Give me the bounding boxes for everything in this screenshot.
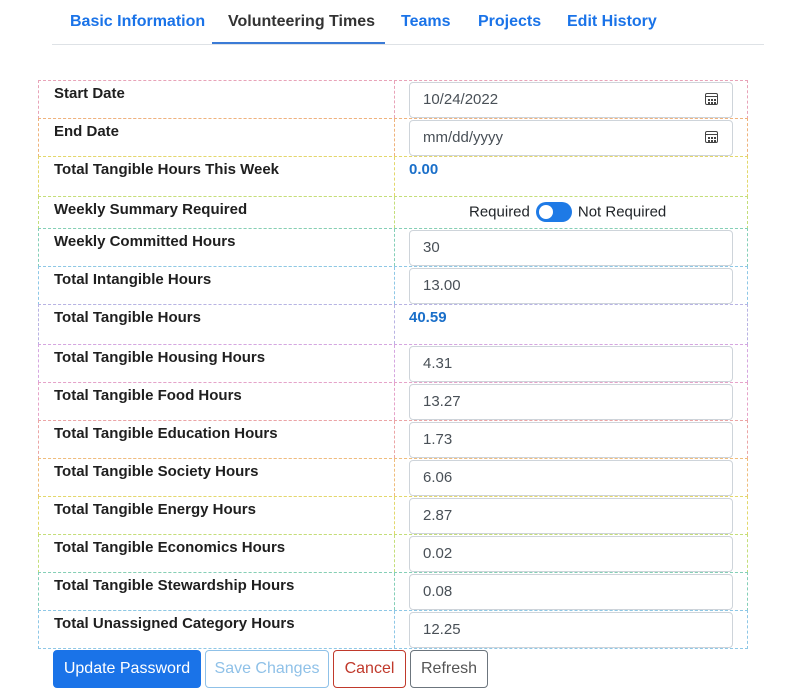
start-date-label: Start Date	[54, 85, 125, 102]
intangible-label: Total Intangible Hours	[54, 271, 212, 288]
row-weekly-summary: Weekly Summary Required Required Not Requ…	[38, 196, 748, 229]
end-date-input[interactable]: mm/dd/yyyy	[409, 120, 733, 156]
row-intangible: Total Intangible Hours 13.00	[38, 266, 748, 305]
unassigned-label: Total Unassigned Category Hours	[54, 615, 295, 632]
row-unassigned: Total Unassigned Category Hours 12.25	[38, 610, 748, 649]
row-education: Total Tangible Education Hours 1.73	[38, 420, 748, 459]
society-input[interactable]: 6.06	[409, 460, 733, 496]
weekly-summary-toggle-group: Required Not Required	[469, 202, 666, 222]
housing-label: Total Tangible Housing Hours	[54, 349, 266, 366]
toggle-right-label: Not Required	[577, 203, 667, 221]
refresh-button[interactable]: Refresh	[410, 650, 488, 688]
calendar-icon[interactable]	[705, 131, 718, 143]
cancel-button[interactable]: Cancel	[333, 650, 406, 688]
tab-teams[interactable]: Teams	[385, 0, 467, 43]
economics-input[interactable]: 0.02	[409, 536, 733, 572]
end-date-placeholder: mm/dd/yyyy	[423, 129, 504, 146]
save-changes-button[interactable]: Save Changes	[205, 650, 329, 688]
row-economics: Total Tangible Economics Hours 0.02	[38, 534, 748, 573]
tab-bar: Basic Information Volunteering Times Tea…	[52, 0, 764, 45]
row-housing: Total Tangible Housing Hours 4.31	[38, 344, 748, 383]
unassigned-input[interactable]: 12.25	[409, 612, 733, 648]
row-energy: Total Tangible Energy Hours 2.87	[38, 496, 748, 535]
society-label: Total Tangible Society Hours	[54, 463, 259, 480]
education-label: Total Tangible Education Hours	[54, 425, 278, 442]
row-end-date: End Date mm/dd/yyyy	[38, 118, 748, 157]
housing-input[interactable]: 4.31	[409, 346, 733, 382]
calendar-icon[interactable]	[705, 93, 718, 105]
row-tangible-total: Total Tangible Hours 40.59	[38, 304, 748, 345]
row-tangible-week: Total Tangible Hours This Week 0.00	[38, 156, 748, 197]
row-start-date: Start Date 10/24/2022	[38, 80, 748, 119]
row-weekly-committed: Weekly Committed Hours 30	[38, 228, 748, 267]
page: Basic Information Volunteering Times Tea…	[0, 0, 788, 689]
tangible-total-value: 40.59	[409, 309, 447, 326]
tab-edit-history[interactable]: Edit History	[551, 0, 673, 43]
energy-label: Total Tangible Energy Hours	[54, 501, 256, 518]
tangible-total-label: Total Tangible Hours	[54, 309, 201, 326]
stewardship-input[interactable]: 0.08	[409, 574, 733, 610]
weekly-committed-input[interactable]: 30	[409, 230, 733, 266]
weekly-committed-label: Weekly Committed Hours	[54, 233, 236, 250]
weekly-summary-label: Weekly Summary Required	[54, 201, 248, 218]
tab-basic-information[interactable]: Basic Information	[54, 0, 221, 43]
weekly-summary-toggle[interactable]	[535, 202, 572, 222]
food-label: Total Tangible Food Hours	[54, 387, 242, 404]
start-date-value: 10/24/2022	[423, 91, 499, 108]
row-stewardship: Total Tangible Stewardship Hours 0.08	[38, 572, 748, 611]
intangible-input[interactable]: 13.00	[409, 268, 733, 304]
toggle-left-label: Required	[469, 203, 530, 221]
row-society: Total Tangible Society Hours 6.06	[38, 458, 748, 497]
tangible-week-value: 0.00	[409, 161, 439, 178]
end-date-label: End Date	[54, 123, 120, 140]
tab-projects[interactable]: Projects	[462, 0, 557, 43]
update-password-button[interactable]: Update Password	[53, 650, 201, 688]
education-input[interactable]: 1.73	[409, 422, 733, 458]
stewardship-label: Total Tangible Stewardship Hours	[54, 577, 295, 594]
toggle-knob	[538, 205, 553, 219]
start-date-input[interactable]: 10/24/2022	[409, 82, 733, 118]
economics-label: Total Tangible Economics Hours	[54, 539, 286, 556]
tab-volunteering-times[interactable]: Volunteering Times	[212, 0, 385, 44]
row-food: Total Tangible Food Hours 13.27	[38, 382, 748, 421]
energy-input[interactable]: 2.87	[409, 498, 733, 534]
food-input[interactable]: 13.27	[409, 384, 733, 420]
tangible-week-label: Total Tangible Hours This Week	[54, 161, 280, 178]
